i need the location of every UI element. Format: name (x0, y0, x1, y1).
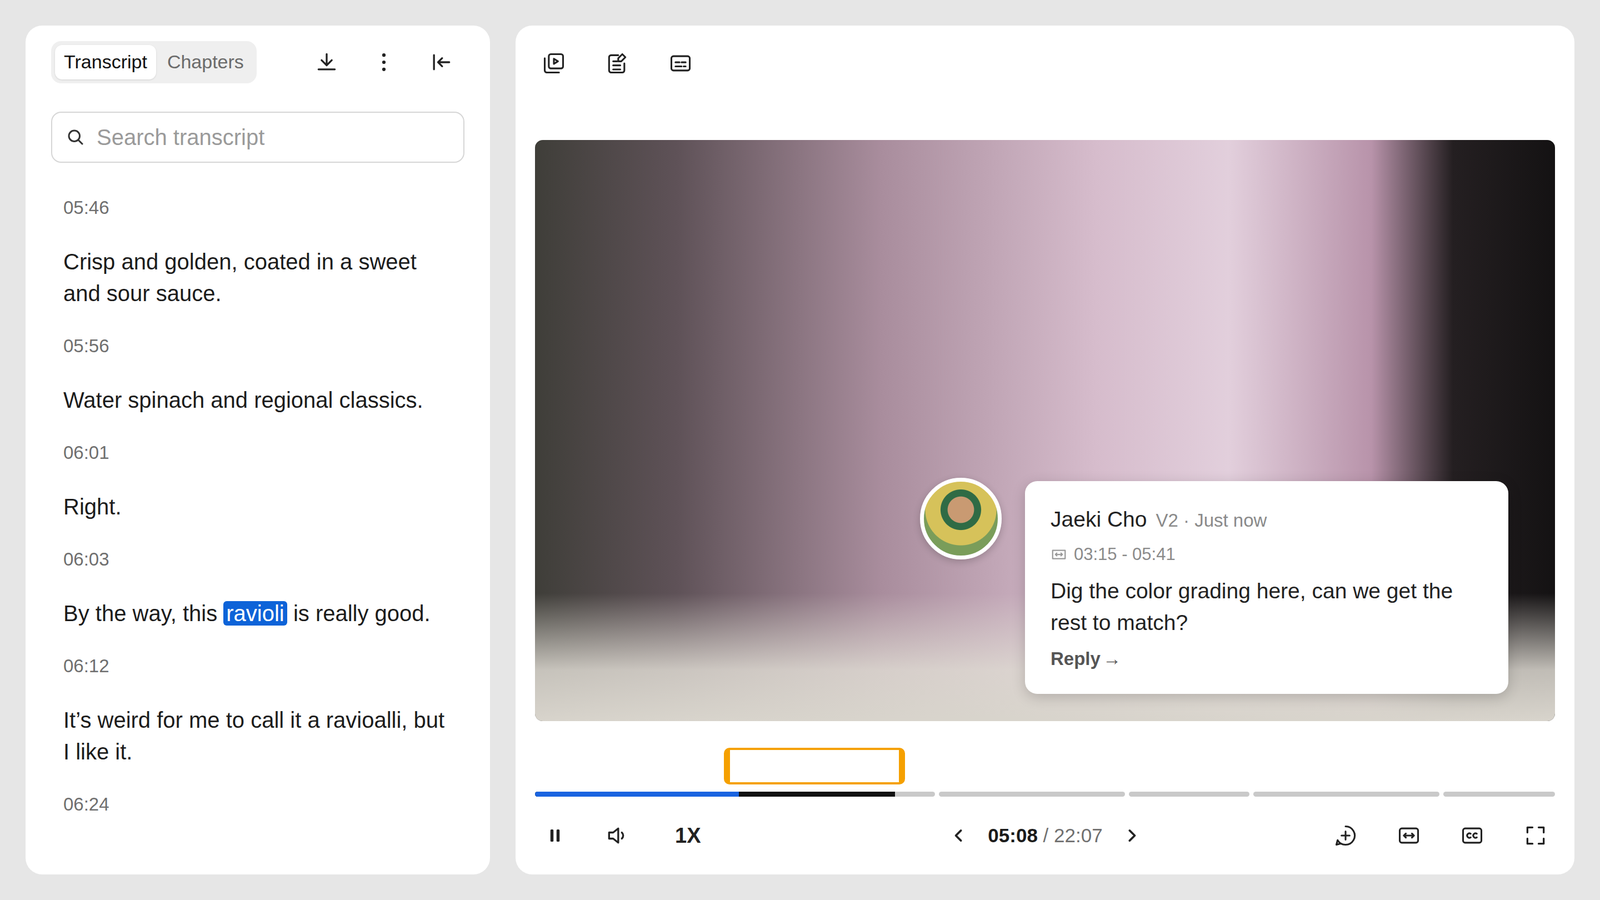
download-button[interactable] (314, 50, 339, 75)
video-library-button[interactable] (541, 51, 567, 76)
subtitles-icon (668, 51, 693, 76)
comment-body: Dig the color grading here, can we get t… (1050, 575, 1483, 639)
comment-card: Jaeki Cho V2 · Just now 03:15 - 05:41 Dig t… (1025, 481, 1509, 694)
notes-edit-icon (605, 51, 630, 76)
captions-button[interactable] (1460, 823, 1485, 848)
transcript-phrase: It’s weird for me to call it a ravioalli… (63, 707, 445, 764)
chapter-segment[interactable] (1443, 791, 1555, 797)
comment-range[interactable]: 03:15 - 05:41 (1050, 541, 1483, 568)
transcript-text: By the way, this ravioli is really good. (63, 597, 454, 630)
duration: 22:07 (1053, 824, 1103, 847)
fit-button[interactable] (1396, 823, 1422, 848)
tab-group: TranscriptChapters (51, 41, 257, 84)
video-library-icon (541, 51, 567, 76)
chapter-segment[interactable] (1253, 791, 1440, 797)
time-separator: / (1043, 824, 1049, 847)
toolbar (535, 45, 1555, 82)
more-icon (371, 50, 397, 75)
transcript-panel: TranscriptChapters 05:46 Crisp and golden… (25, 25, 490, 875)
timestamp[interactable]: 06:01 (63, 437, 454, 468)
panel-header: TranscriptChapters (51, 41, 465, 84)
collapse-icon (428, 50, 454, 75)
played-fill (535, 791, 739, 797)
transcript-entry[interactable]: 06:01 Right. (63, 437, 454, 523)
transcript-phrase: Right. (63, 494, 122, 519)
transcript-entry[interactable]: 06:24 (63, 788, 454, 820)
more-button[interactable] (371, 50, 397, 75)
search-input[interactable] (95, 120, 450, 155)
transcript-text: Crisp and golden, coated in a sweet and … (63, 246, 454, 310)
timestamp[interactable]: 06:03 (63, 543, 454, 575)
next-button[interactable] (1119, 823, 1144, 848)
subtitles-button[interactable] (668, 51, 693, 76)
transcript-list: 05:46 Crisp and golden, coated in a sweet… (51, 162, 465, 875)
player-panel: Jaeki Cho V2 · Just now 03:15 - 05:41 Dig t… (515, 25, 1575, 875)
transcript-text: Water spinach and regional classics. (63, 384, 454, 417)
notes-button[interactable] (605, 51, 630, 76)
current-time: 05:08 (987, 824, 1038, 847)
arrow-right-icon: → (1102, 645, 1122, 673)
tab[interactable]: Chapters (158, 45, 253, 80)
progress-track[interactable] (535, 791, 1555, 797)
reply-button[interactable]: Reply→ (1050, 645, 1122, 673)
transcript-entry[interactable]: 06:12 It’s weird for me to call it a ravi… (63, 650, 454, 768)
transcript-entry[interactable]: 05:46 Crisp and golden, coated in a sweet… (63, 192, 454, 310)
volume-icon (605, 823, 630, 848)
collapse-button[interactable] (428, 50, 454, 75)
comment-author: Jaeki Cho (1050, 503, 1147, 537)
volume-button[interactable] (605, 823, 630, 848)
fullscreen-button[interactable] (1523, 823, 1548, 848)
add-comment-icon (1333, 823, 1358, 848)
chapter-segment[interactable] (535, 791, 935, 797)
commenter-avatar (920, 477, 1002, 560)
player-controls: 1X 05:08 / 22:07 (535, 818, 1555, 853)
pause-icon (542, 823, 568, 848)
speed-button[interactable]: 1X (675, 820, 701, 852)
timestamp[interactable]: 06:24 (63, 788, 454, 820)
transcript-phrase: Water spinach and regional classics. (63, 387, 424, 413)
range-icon (1050, 546, 1068, 563)
comment-range-marker[interactable] (723, 747, 906, 785)
transcript-text: Right. (63, 491, 454, 523)
comment-range-lane (535, 747, 1555, 785)
transcript-phrase: is really good. (293, 601, 431, 626)
chevron-left-icon (946, 823, 972, 848)
search-field (51, 111, 465, 163)
timestamp[interactable]: 05:56 (63, 330, 454, 362)
transcript-text: It’s weird for me to call it a ravioalli… (63, 704, 454, 768)
play-pause-button[interactable] (542, 823, 568, 848)
comment-header: Jaeki Cho V2 · Just now (1050, 503, 1483, 537)
transcript-phrase: Crisp and golden, coated in a sweet and … (63, 249, 417, 306)
reply-label: Reply (1050, 645, 1101, 673)
add-comment-button[interactable] (1333, 823, 1358, 848)
chevron-right-icon (1119, 823, 1144, 848)
highlighted-word: ravioli (223, 601, 287, 626)
captions-icon (1460, 823, 1485, 848)
comment-meta: V2 · Just now (1155, 506, 1267, 535)
timestamp[interactable]: 05:46 (63, 192, 454, 223)
tab[interactable]: Transcript (55, 45, 157, 80)
download-icon (314, 50, 339, 75)
video-frame[interactable]: Jaeki Cho V2 · Just now 03:15 - 05:41 Dig t… (535, 140, 1555, 722)
timestamp[interactable]: 06:12 (63, 650, 454, 682)
transcript-entry[interactable]: 05:56 Water spinach and regional classics… (63, 330, 454, 417)
time-display: 05:08 / 22:07 (987, 821, 1103, 851)
comment-range-text: 03:15 - 05:41 (1073, 541, 1176, 568)
transcript-phrase: By the way, this (63, 601, 218, 626)
transcript-entry[interactable]: 06:03 By the way, this ravioli is really … (63, 543, 454, 630)
previous-button[interactable] (946, 823, 972, 848)
chapter-segment[interactable] (938, 791, 1125, 797)
chapter-segment[interactable] (1128, 791, 1250, 797)
fit-width-icon (1396, 823, 1422, 848)
fullscreen-icon (1523, 823, 1548, 848)
search-icon (65, 127, 86, 148)
